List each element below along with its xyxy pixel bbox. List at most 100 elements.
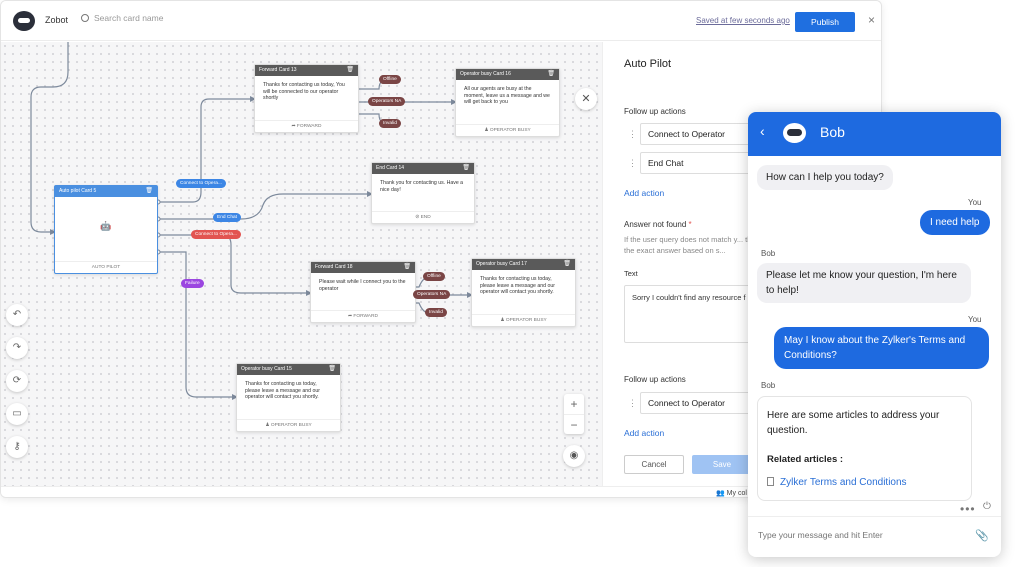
- article-title: Zylker Terms and Conditions: [780, 477, 907, 488]
- publish-button[interactable]: Publish: [795, 12, 855, 32]
- save-button[interactable]: Save: [692, 455, 752, 474]
- card-message: Thank you for contacting us. Have a nice…: [380, 180, 464, 193]
- card-header: End Card 14 🗑: [372, 163, 474, 174]
- answer-not-found-label: Answer not found *: [624, 220, 692, 229]
- card-search[interactable]: Search card name: [81, 13, 163, 23]
- chat-widget-preview: ‹ Bob How can I help you today? You I ne…: [748, 112, 1001, 557]
- trash-icon[interactable]: 🗑: [462, 163, 470, 174]
- tag-failure[interactable]: Failure: [181, 279, 204, 288]
- article-link[interactable]: Zylker Terms and Conditions: [767, 475, 962, 490]
- tag-operators-na[interactable]: Operators NA: [368, 97, 406, 106]
- trash-icon[interactable]: 🗑: [563, 259, 571, 270]
- sender-label: Bob: [761, 249, 776, 258]
- tag-operators-na[interactable]: Operators NA: [413, 290, 451, 299]
- app-name: Zobot: [45, 15, 69, 25]
- follow-up-actions-label: Follow up actions: [624, 375, 686, 384]
- required-mark: *: [688, 220, 692, 229]
- card-footer: ♟ OPERATOR BUSY: [456, 124, 559, 136]
- key-icon[interactable]: ⚷: [6, 436, 28, 458]
- collection-label: My col: [726, 490, 747, 497]
- trash-icon[interactable]: 🗑: [346, 65, 354, 76]
- card-header: Auto pilot Card 5 🗑: [55, 186, 157, 197]
- card-header: Forward Card 13 🗑: [255, 65, 358, 76]
- bot-name: Bob: [820, 124, 845, 140]
- card-header: Operator busy Card 17 🗑: [472, 259, 575, 270]
- forward-card-18[interactable]: Forward Card 18 🗑 Please wait while I con…: [310, 261, 416, 323]
- chat-message-input[interactable]: [758, 530, 958, 540]
- trash-icon[interactable]: 🗑: [328, 364, 336, 375]
- tag-offline[interactable]: Offline: [423, 272, 445, 281]
- end-card-14[interactable]: End Card 14 🗑 Thank you for contacting us…: [371, 162, 475, 224]
- card-header: Operator busy Card 16 🗑: [456, 69, 559, 80]
- card-title: End Card 14: [376, 165, 405, 171]
- zoom-control: + −: [564, 394, 584, 434]
- card-title: Operator busy Card 16: [460, 71, 511, 77]
- saved-status-link[interactable]: Saved at few seconds ago: [696, 16, 790, 25]
- document-icon: [767, 477, 774, 486]
- card-type: AUTO PILOT: [91, 265, 121, 270]
- articles-intro: Here are some articles to address your q…: [767, 410, 940, 436]
- card-footer: ➦ FORWARD: [311, 310, 415, 322]
- collection-selector[interactable]: 👥 My col: [716, 489, 747, 497]
- chat-header: ‹ Bob: [748, 112, 1001, 156]
- card-message: Thanks for contacting us today, please l…: [480, 276, 555, 295]
- flow-canvas[interactable]: Auto pilot Card 5 🗑 🤖 AUTO PILOT Forward …: [1, 42, 602, 487]
- panel-title: Auto Pilot: [624, 58, 672, 70]
- sender-label: Bob: [761, 381, 776, 390]
- card-title: Operator busy Card 15: [241, 366, 292, 372]
- card-message: Please wait while I connect you to the o…: [319, 279, 406, 292]
- redo-icon[interactable]: ↷: [6, 337, 28, 359]
- tag-invalid[interactable]: Invalid: [379, 119, 401, 128]
- operator-busy-card-17[interactable]: Operator busy Card 17 🗑 Thanks for contac…: [471, 258, 576, 327]
- add-action-link[interactable]: Add action: [624, 428, 664, 438]
- user-message: I need help: [920, 210, 990, 235]
- close-canvas-button[interactable]: ✕: [575, 88, 597, 110]
- tag-connect-to-operator-red[interactable]: Connect to Opera...: [191, 230, 241, 239]
- robot-icon: 🤖: [100, 221, 112, 231]
- card-footer: ⊘ END: [372, 211, 474, 223]
- card-header: Operator busy Card 15 🗑: [237, 364, 340, 375]
- power-icon[interactable]: ⏻: [983, 501, 991, 512]
- autopilot-card[interactable]: Auto pilot Card 5 🗑 🤖 AUTO PILOT: [54, 185, 158, 274]
- related-articles-heading: Related articles :: [767, 454, 844, 465]
- trash-icon[interactable]: 🗑: [403, 262, 411, 273]
- card-footer: ♟ OPERATOR BUSY: [472, 314, 575, 326]
- add-action-link[interactable]: Add action: [624, 188, 664, 198]
- close-icon[interactable]: ×: [868, 13, 875, 27]
- users-icon: 👥: [716, 490, 727, 497]
- card-title: Forward Card 13: [259, 67, 297, 73]
- sender-label: You: [968, 198, 982, 207]
- zoom-in-button[interactable]: +: [564, 394, 584, 414]
- trash-icon[interactable]: 🗑: [547, 69, 555, 80]
- cancel-button[interactable]: Cancel: [624, 455, 684, 474]
- preview-icon[interactable]: ▭: [6, 403, 28, 425]
- forward-card-13[interactable]: Forward Card 13 🗑 Thanks for contacting u…: [254, 64, 359, 133]
- text-label: Text: [624, 269, 638, 278]
- refresh-icon[interactable]: ⟳: [6, 370, 28, 392]
- answer-text-input[interactable]: Sorry I couldn't find any resource f: [624, 285, 764, 343]
- trash-icon[interactable]: 🗑: [145, 186, 153, 197]
- sender-label: You: [968, 315, 982, 324]
- connector-busy15: [158, 251, 235, 398]
- card-title: Forward Card 18: [315, 264, 353, 270]
- operator-busy-card-15[interactable]: Operator busy Card 15 🗑 Thanks for contac…: [236, 363, 341, 432]
- card-type: OPERATOR BUSY: [505, 318, 547, 323]
- zobot-logo-icon: [13, 11, 35, 31]
- tag-invalid[interactable]: Invalid: [425, 308, 447, 317]
- tag-end-chat[interactable]: End Chat: [213, 213, 242, 222]
- eye-icon[interactable]: ◉: [563, 445, 585, 467]
- back-arrow-icon[interactable]: ‹: [760, 123, 765, 139]
- card-message: Thanks for contacting us today, You will…: [263, 82, 345, 101]
- card-message: All our agents are busy at the moment, l…: [464, 86, 550, 105]
- card-footer: ♟ OPERATOR BUSY: [237, 419, 340, 431]
- attachment-icon[interactable]: 📎: [975, 529, 989, 542]
- tag-offline[interactable]: Offline: [379, 75, 401, 84]
- undo-icon[interactable]: ↶: [6, 304, 28, 326]
- answer-not-found-help: If the user query does not match y... th…: [624, 235, 764, 255]
- search-icon: [81, 14, 89, 22]
- zoom-out-button[interactable]: −: [564, 414, 584, 434]
- more-options-icon[interactable]: •••: [960, 502, 976, 516]
- tag-connect-to-operator[interactable]: Connect to Opera...: [176, 179, 226, 188]
- card-type: END: [420, 215, 431, 220]
- operator-busy-card-16[interactable]: Operator busy Card 16 🗑 All our agents ar…: [455, 68, 560, 137]
